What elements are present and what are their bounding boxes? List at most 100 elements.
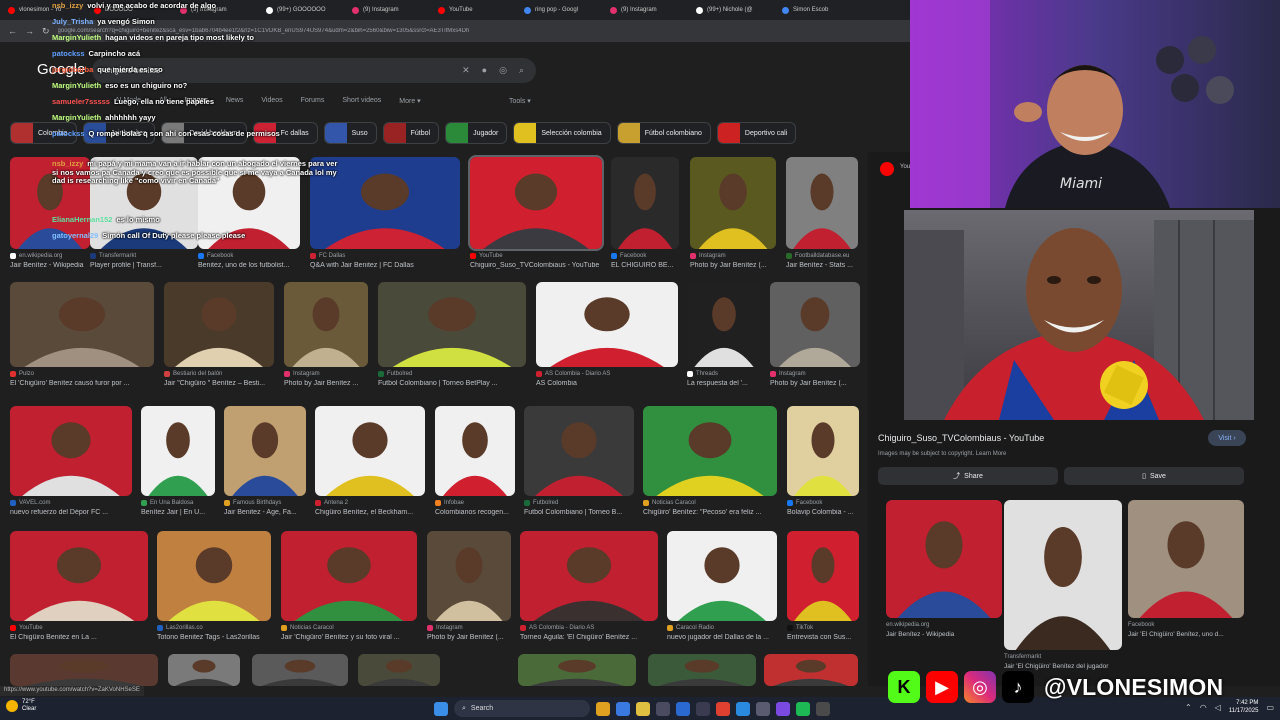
image-source[interactable]: VAVEL.com	[10, 500, 50, 506]
image-thumbnail[interactable]	[281, 531, 417, 621]
image-thumbnail[interactable]	[164, 282, 274, 367]
image-result[interactable]: Las2orillas.co Totono Benitez Tags - Las2…	[157, 531, 271, 645]
image-source[interactable]: Instagram	[770, 371, 806, 377]
image-title[interactable]: La respuesta del '...	[687, 380, 761, 387]
related-source[interactable]: en.wikipedia.org	[886, 622, 929, 628]
image-source[interactable]: Instagram	[284, 371, 320, 377]
image-source[interactable]: Instagram	[690, 253, 726, 259]
app-icon[interactable]	[696, 701, 710, 716]
image-source[interactable]: Caracol Radio	[667, 625, 714, 631]
image-title[interactable]: nuevo jugador del Dallas de la ...	[667, 634, 777, 641]
search-tab[interactable]: Forums	[301, 97, 325, 105]
image-thumbnail[interactable]	[468, 155, 604, 251]
clear-icon[interactable]: ✕	[462, 65, 470, 76]
filter-chip[interactable]: Fútbol	[382, 122, 440, 144]
browser-tab[interactable]: (99+) Nichole (@	[690, 2, 774, 18]
image-result[interactable]: Threads La respuesta del '...	[687, 282, 761, 391]
image-source[interactable]: Footballdatabase.eu	[786, 253, 849, 259]
spotify-icon[interactable]	[796, 701, 810, 716]
app-icon[interactable]	[756, 701, 770, 716]
app-icon[interactable]	[816, 701, 830, 716]
chrome-icon[interactable]	[596, 701, 610, 716]
image-thumbnail[interactable]	[141, 406, 215, 496]
image-thumbnail[interactable]	[520, 531, 658, 621]
image-thumbnail[interactable]	[690, 157, 776, 249]
image-result[interactable]: Futbolred Futbol Colombiano | Torneo B...	[524, 406, 634, 520]
image-result[interactable]: YouTube Chiguiro_Suso_TVColombiaus - YouT…	[468, 155, 604, 273]
browser-tab[interactable]: ring pop - Googl	[518, 2, 602, 18]
image-result[interactable]: Instagram Photo by Jair Benítez (...	[690, 157, 776, 273]
browser-tab[interactable]: (9) Instagram	[604, 2, 688, 18]
image-source[interactable]: Transfermarkt	[90, 253, 136, 259]
image-thumbnail[interactable]	[687, 282, 761, 367]
image-source[interactable]: Bestiario del balón	[164, 371, 222, 377]
detail-image[interactable]	[904, 210, 1254, 420]
search-tab[interactable]: News	[226, 97, 244, 105]
image-source[interactable]: Threads	[687, 371, 718, 377]
image-title[interactable]: Bolavip Colombia - ...	[787, 509, 859, 516]
image-thumbnail[interactable]	[518, 654, 636, 686]
image-thumbnail[interactable]	[315, 406, 425, 496]
image-source[interactable]: Las2orillas.co	[157, 625, 203, 631]
image-result[interactable]: Caracol Radio nuevo jugador del Dallas de…	[667, 531, 777, 645]
forward-icon[interactable]: →	[25, 26, 34, 36]
image-title[interactable]: AS Colombia	[536, 380, 678, 387]
filter-chip[interactable]: Jugador	[445, 122, 508, 144]
image-thumbnail[interactable]	[358, 654, 440, 686]
file-explorer-icon[interactable]	[636, 701, 650, 716]
image-source[interactable]: YouTube	[10, 625, 43, 631]
image-title[interactable]: Torneo Águila: 'El Chigüiro' Benítez ...	[520, 634, 658, 641]
image-source[interactable]: FC Dallas	[310, 253, 345, 259]
image-title[interactable]: Photo by Jair Benítez (...	[427, 634, 511, 641]
image-title[interactable]: Jair Benítez - Stats ...	[786, 262, 858, 269]
image-title[interactable]: Futbol Colombiano | Torneo B...	[524, 509, 634, 516]
detail-title[interactable]: Chiguiro_Suso_TVColombiaus - YouTube	[878, 433, 1044, 443]
image-result[interactable]: Futbolred Futbol Colombiano | Torneo BetP…	[378, 282, 526, 391]
image-source[interactable]: AS Colombia - Diario AS	[536, 371, 610, 377]
image-title[interactable]: nuevo refuerzo del Dépor FC ...	[10, 509, 132, 516]
image-title[interactable]: Benitez, uno de los futbolist...	[198, 262, 300, 269]
image-thumbnail[interactable]	[667, 531, 777, 621]
image-thumbnail[interactable]	[536, 282, 678, 367]
browser-tab[interactable]: (99+) GOOOOOO	[260, 2, 344, 18]
image-source[interactable]: Facebook	[611, 253, 646, 259]
browser-tab[interactable]: (9) Instagram	[346, 2, 430, 18]
image-title[interactable]: Jair "Chigüiro " Benítez – Besti...	[164, 380, 274, 387]
filter-chip[interactable]: Fútbol colombiano	[616, 122, 711, 144]
image-thumbnail[interactable]	[10, 406, 132, 496]
image-thumbnail[interactable]	[611, 157, 679, 249]
image-result[interactable]: Footballdatabase.eu Jair Benítez - Stats …	[786, 157, 858, 273]
image-result[interactable]: Facebook EL CHIGUIRO BE...	[611, 157, 679, 273]
visit-button[interactable]: Visit ›	[1208, 430, 1246, 446]
image-title[interactable]: Futbol Colombiano | Torneo BetPlay ...	[378, 380, 526, 387]
image-thumbnail[interactable]	[284, 282, 368, 367]
related-thumbnail[interactable]	[1128, 500, 1244, 618]
image-title[interactable]: Benítez Jair | En U...	[141, 509, 215, 516]
image-result[interactable]: Facebook Bolavip Colombia - ...	[787, 406, 859, 520]
image-source[interactable]: Noticias Caracol	[281, 625, 334, 631]
tools-button[interactable]: Tools ▾	[509, 97, 531, 105]
related-thumbnail[interactable]	[1004, 500, 1122, 650]
image-thumbnail[interactable]	[787, 406, 859, 496]
image-title[interactable]: El Chigüiro Benitez en La ...	[10, 634, 148, 641]
microphone-icon[interactable]: ●	[482, 65, 487, 76]
lens-icon[interactable]: ◎	[499, 65, 507, 76]
image-result[interactable]: Instagram Photo by Jair Benítez (...	[427, 531, 511, 645]
image-title[interactable]: Jair 'Chigüiro' Benítez y su foto viral …	[281, 634, 417, 641]
search-tab[interactable]: Videos	[261, 97, 282, 105]
image-title[interactable]: Photo by Jair Benítez (...	[690, 262, 776, 269]
mail-icon[interactable]	[676, 701, 690, 716]
image-result[interactable]: YouTube El Chigüiro Benitez en La ...	[10, 531, 148, 645]
image-source[interactable]: Futbolred	[378, 371, 412, 377]
image-result[interactable]: AS Colombia - Diario AS Torneo Águila: 'E…	[520, 531, 658, 645]
image-thumbnail[interactable]	[378, 282, 526, 367]
image-thumbnail[interactable]	[764, 654, 858, 686]
image-thumbnail[interactable]	[157, 531, 271, 621]
image-source[interactable]: Facebook	[198, 253, 233, 259]
related-source[interactable]: Transfermarkt	[1004, 654, 1041, 660]
image-result[interactable]: Famous Birthdays Jair Benitez - Age, Fa..…	[224, 406, 306, 520]
image-result[interactable]: Pulzo El 'Chigüiro' Benítez causó furor p…	[10, 282, 154, 391]
related-thumbnail[interactable]	[886, 500, 1002, 618]
image-title[interactable]: Entrevista con Sus...	[787, 634, 859, 641]
image-thumbnail[interactable]	[786, 157, 858, 249]
